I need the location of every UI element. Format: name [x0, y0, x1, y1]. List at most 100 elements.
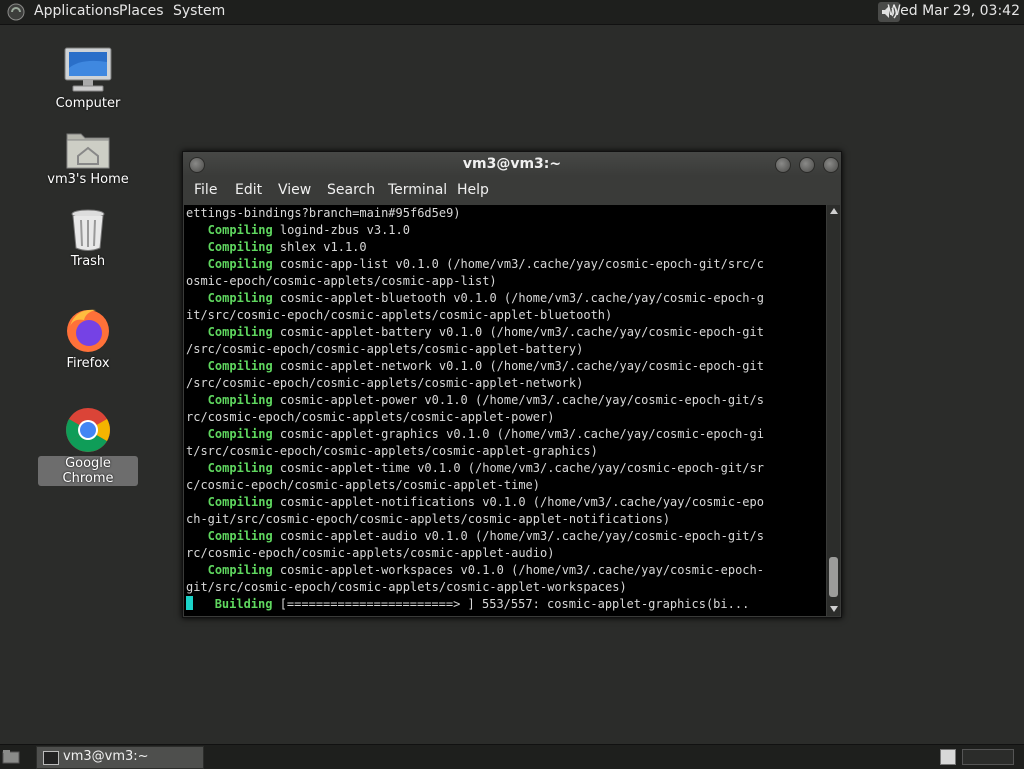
terminal-icon — [43, 751, 59, 765]
building-keyword: Building — [214, 597, 273, 611]
terminal-line-text: ettings-bindings?branch=main#95f6d5e9) — [186, 206, 461, 220]
compiling-keyword: Compiling — [186, 529, 273, 543]
terminal-line-text: cosmic-applet-battery v0.1.0 (/home/vm3/… — [272, 325, 764, 339]
terminal-line-text: ch-git/src/cosmic-epoch/cosmic-applets/c… — [186, 512, 671, 526]
desktop-icon-chrome[interactable]: Google Chrome — [38, 406, 138, 486]
compiling-keyword: Compiling — [186, 563, 273, 577]
terminal-line-text: it/src/cosmic-epoch/cosmic-applets/cosmi… — [186, 308, 613, 322]
menu-help[interactable]: Help — [457, 182, 489, 198]
terminal-line-text: rc/cosmic-epoch/cosmic-applets/cosmic-ap… — [186, 546, 555, 560]
places-menu[interactable]: Places — [119, 3, 164, 19]
building-progress-text: [=======================> ] 553/557: cos… — [272, 597, 750, 611]
menu-view[interactable]: View — [278, 182, 311, 198]
desktop-icon-firefox[interactable]: Firefox — [38, 306, 138, 371]
workspace-1[interactable] — [940, 749, 956, 765]
desktop-icon-label: Trash — [70, 254, 106, 269]
terminal-line-text: /src/cosmic-epoch/cosmic-applets/cosmic-… — [186, 342, 584, 356]
terminal-line: Compiling cosmic-applet-power v0.1.0 (/h… — [186, 393, 764, 407]
maximize-button[interactable] — [799, 157, 815, 173]
terminal-output[interactable]: ettings-bindings?branch=main#95f6d5e9) C… — [184, 205, 826, 616]
workspace-2[interactable] — [962, 749, 1014, 765]
terminal-line-text: shlex v1.1.0 — [272, 240, 367, 254]
terminal-line: Compiling shlex v1.1.0 — [186, 240, 367, 254]
computer-icon — [64, 47, 112, 92]
desktop-icon-label: Google Chrome — [38, 456, 138, 486]
compiling-keyword: Compiling — [186, 291, 273, 305]
scroll-up-arrow-icon[interactable] — [830, 208, 838, 214]
taskbar-item-terminal[interactable]: vm3@vm3:~ — [36, 746, 204, 769]
terminal-line-text: c/cosmic-epoch/cosmic-applets/cosmic-app… — [186, 478, 541, 492]
terminal-line: ch-git/src/cosmic-epoch/cosmic-applets/c… — [186, 512, 670, 526]
terminal-line: Compiling cosmic-applet-notifications v0… — [186, 495, 764, 509]
terminal-line: osmic-epoch/cosmic-applets/cosmic-app-li… — [186, 274, 497, 288]
terminal-line-text: cosmic-applet-graphics v0.1.0 (/home/vm3… — [272, 427, 764, 441]
compiling-keyword: Compiling — [186, 359, 273, 373]
terminal-scrollbar[interactable] — [827, 205, 840, 616]
window-titlebar[interactable]: vm3@vm3:~ — [183, 152, 841, 176]
terminal-line: Compiling cosmic-applet-graphics v0.1.0 … — [186, 427, 764, 441]
scrollbar-thumb[interactable] — [829, 557, 838, 597]
trash-icon — [71, 209, 105, 251]
taskbar-item-label: vm3@vm3:~ — [63, 749, 149, 764]
terminal-line: Compiling logind-zbus v3.1.0 — [186, 223, 410, 237]
terminal-line-text: cosmic-applet-notifications v0.1.0 (/hom… — [272, 495, 764, 509]
terminal-line-text: cosmic-app-list v0.1.0 (/home/vm3/.cache… — [272, 257, 764, 271]
menu-search[interactable]: Search — [327, 182, 375, 198]
desktop-icon-home[interactable]: vm3's Home — [38, 128, 138, 187]
compiling-keyword: Compiling — [186, 257, 273, 271]
terminal-line: it/src/cosmic-epoch/cosmic-applets/cosmi… — [186, 308, 612, 322]
terminal-line: rc/cosmic-epoch/cosmic-applets/cosmic-ap… — [186, 410, 554, 424]
terminal-cursor — [186, 596, 193, 610]
terminal-line: Compiling cosmic-applet-time v0.1.0 (/ho… — [186, 461, 764, 475]
firefox-icon — [67, 309, 109, 352]
compiling-keyword: Compiling — [186, 495, 273, 509]
desktop-icon-label: Firefox — [66, 356, 110, 371]
compiling-keyword: Compiling — [186, 427, 273, 441]
show-desktop-icon[interactable] — [2, 749, 20, 765]
scroll-down-arrow-icon[interactable] — [830, 606, 838, 612]
compiling-keyword: Compiling — [186, 461, 273, 475]
terminal-line-text: cosmic-applet-time v0.1.0 (/home/vm3/.ca… — [272, 461, 764, 475]
bottom-panel: vm3@vm3:~ — [0, 744, 1024, 769]
terminal-line: Compiling cosmic-applet-workspaces v0.1.… — [186, 563, 764, 577]
compiling-keyword: Compiling — [186, 325, 273, 339]
window-title: vm3@vm3:~ — [462, 156, 562, 172]
terminal-line: Compiling cosmic-applet-network v0.1.0 (… — [186, 359, 764, 373]
terminal-window[interactable]: vm3@vm3:~ File Edit View Search Terminal… — [182, 151, 842, 618]
terminal-line-text: /src/cosmic-epoch/cosmic-applets/cosmic-… — [186, 376, 584, 390]
terminal-line: ettings-bindings?branch=main#95f6d5e9) — [186, 206, 461, 220]
top-panel: Applications Places System Wed Mar 29, 0… — [0, 0, 1024, 25]
desktop-icon-computer[interactable]: Computer — [38, 46, 138, 111]
terminal-line-text: cosmic-applet-network v0.1.0 (/home/vm3/… — [272, 359, 764, 373]
terminal-line: Compiling cosmic-app-list v0.1.0 (/home/… — [186, 257, 764, 271]
terminal-line: Compiling cosmic-applet-bluetooth v0.1.0… — [186, 291, 764, 305]
distro-logo-icon[interactable] — [7, 3, 25, 21]
building-progress-line: Building [=======================> ] 553… — [186, 596, 750, 611]
clock[interactable]: Wed Mar 29, 03:42 — [887, 3, 1020, 19]
desktop-icon-label: vm3's Home — [47, 172, 129, 187]
terminal-line: /src/cosmic-epoch/cosmic-applets/cosmic-… — [186, 342, 583, 356]
terminal-line: /src/cosmic-epoch/cosmic-applets/cosmic-… — [186, 376, 583, 390]
terminal-line-text: cosmic-applet-audio v0.1.0 (/home/vm3/.c… — [272, 529, 764, 543]
terminal-line-text: cosmic-applet-power v0.1.0 (/home/vm3/.c… — [272, 393, 764, 407]
terminal-line-text: t/src/cosmic-epoch/cosmic-applets/cosmic… — [186, 444, 598, 458]
compiling-keyword: Compiling — [186, 393, 273, 407]
menu-terminal[interactable]: Terminal — [388, 182, 447, 198]
desktop-icon-trash[interactable]: Trash — [38, 208, 138, 269]
system-menu[interactable]: System — [173, 3, 225, 19]
close-button[interactable] — [823, 157, 839, 173]
compiling-keyword: Compiling — [186, 223, 273, 237]
menu-edit[interactable]: Edit — [235, 182, 262, 198]
menu-file[interactable]: File — [194, 182, 217, 198]
desktop-icon-label: Computer — [55, 96, 121, 111]
home-folder-icon — [66, 133, 110, 169]
compiling-keyword: Compiling — [186, 240, 273, 254]
terminal-line: t/src/cosmic-epoch/cosmic-applets/cosmic… — [186, 444, 598, 458]
applications-menu[interactable]: Applications — [34, 3, 120, 19]
terminal-menubar: File Edit View Search Terminal Help — [183, 176, 841, 204]
window-menu-button[interactable] — [189, 157, 205, 173]
minimize-button[interactable] — [775, 157, 791, 173]
terminal-line-text: cosmic-applet-workspaces v0.1.0 (/home/v… — [272, 563, 764, 577]
terminal-line-text: git/src/cosmic-epoch/cosmic-applets/cosm… — [186, 580, 627, 594]
terminal-line: Compiling cosmic-applet-audio v0.1.0 (/h… — [186, 529, 764, 543]
